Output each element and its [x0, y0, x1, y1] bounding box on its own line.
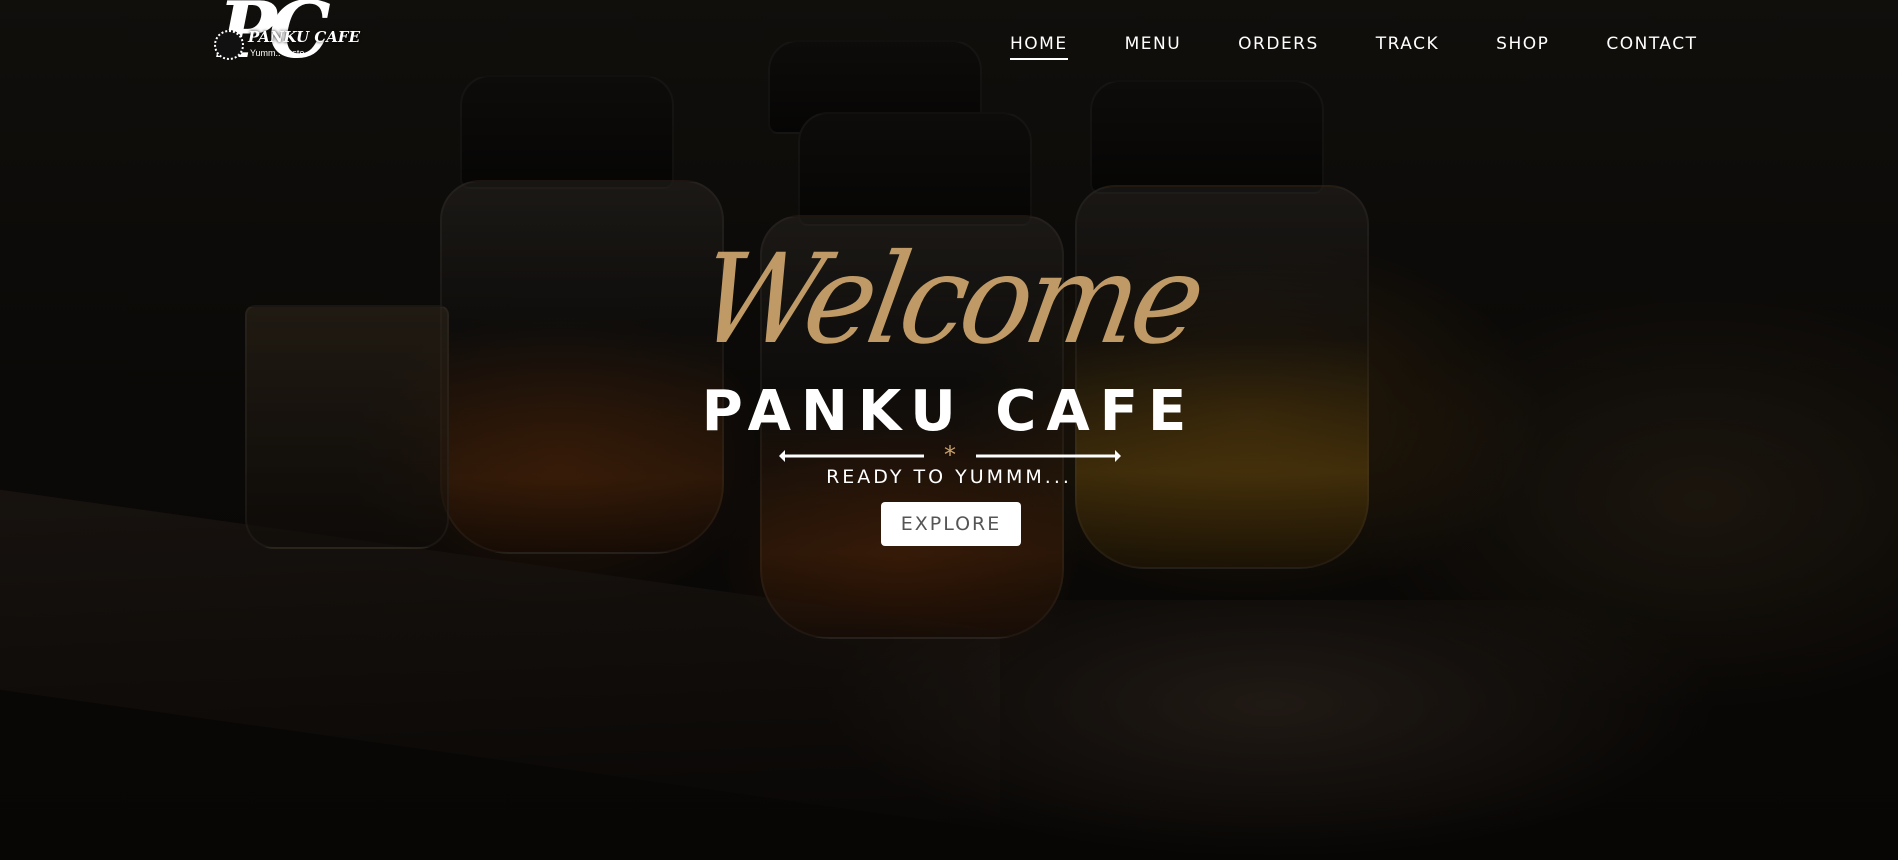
nav-orders[interactable]: ORDERS	[1238, 34, 1319, 60]
main-nav: HOME MENU ORDERS TRACK SHOP CONTACT	[1010, 34, 1698, 60]
hero-section: PC PANKU CAFE Yumm.. Taste HOME MENU ORD…	[0, 0, 1898, 860]
nav-menu[interactable]: MENU	[1125, 34, 1182, 60]
hero-title: PANKU CAFE	[701, 379, 1197, 444]
nav-track[interactable]: TRACK	[1376, 34, 1439, 60]
welcome-script: Welcome	[688, 226, 1210, 372]
cafe-badge-icon	[214, 30, 244, 60]
nav-home[interactable]: HOME	[1010, 34, 1068, 60]
explore-button[interactable]: EXPLORE	[881, 502, 1021, 546]
nav-contact[interactable]: CONTACT	[1606, 34, 1697, 60]
nav-shop[interactable]: SHOP	[1496, 34, 1549, 60]
hero-subtitle: READY TO YUMMM...	[826, 466, 1072, 488]
logo-name: PANKU CAFE	[248, 28, 361, 46]
logo-tagline: Yumm.. Taste	[250, 48, 305, 58]
brand-logo[interactable]: PC PANKU CAFE Yumm.. Taste	[212, 0, 360, 86]
